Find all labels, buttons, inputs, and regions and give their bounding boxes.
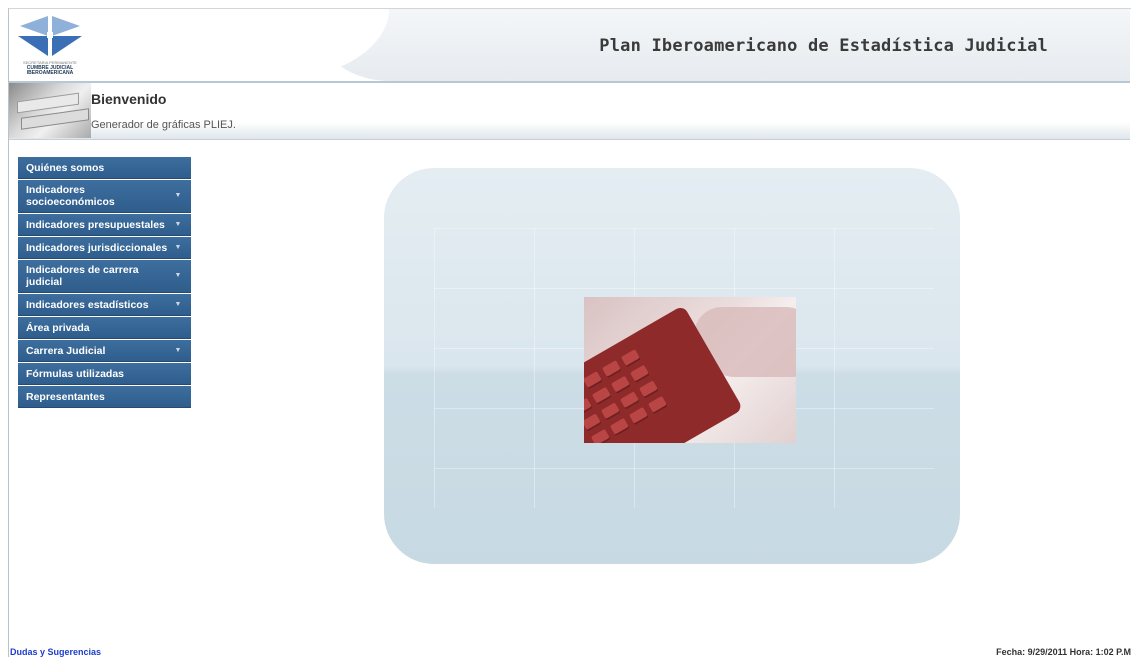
menu-item-indicadores-presupuestales[interactable]: Indicadores presupuestales ▼ <box>18 214 191 236</box>
menu-item-label: Quiénes somos <box>26 161 105 174</box>
chevron-down-icon: ▼ <box>174 221 182 228</box>
site-title: Plan Iberoamericano de Estadística Judic… <box>599 36 1048 56</box>
menu-item-label: Representantes <box>26 390 105 403</box>
menu-item-label: Indicadores presupuestales <box>26 218 165 231</box>
menu-item-label: Indicadores jurisdiccionales <box>26 241 168 254</box>
chevron-down-icon: ▼ <box>174 244 182 251</box>
site-header: SECRETARIA PERMANENTE CUMBRE JUDICIAL IB… <box>9 9 1130 83</box>
menu-item-carrera-judicial[interactable]: Carrera Judicial ▼ <box>18 340 191 362</box>
side-menu: Quiénes somos Indicadores socioeconómico… <box>18 157 191 409</box>
welcome-subtitle: Generador de gráficas PLIEJ. <box>91 119 236 131</box>
menu-item-label: Carrera Judicial <box>26 344 106 357</box>
menu-item-indicadores-socioeconomicos[interactable]: Indicadores socioeconómicos ▼ <box>18 180 191 213</box>
menu-item-label: Fórmulas utilizadas <box>26 367 125 380</box>
logo-text: SECRETARIA PERMANENTE CUMBRE JUDICIAL IB… <box>14 60 86 77</box>
welcome-band: Bienvenido Generador de gráficas PLIEJ. <box>9 83 1130 140</box>
menu-item-label: Área privada <box>26 321 90 334</box>
chevron-down-icon: ▼ <box>174 347 182 354</box>
menu-item-indicadores-carrera-judicial[interactable]: Indicadores de carrera judicial ▼ <box>18 260 191 293</box>
cumbre-judicial-logo-icon <box>18 16 82 56</box>
keyboard-hand-photo <box>584 297 796 443</box>
chevron-down-icon: ▼ <box>174 301 182 308</box>
menu-item-area-privada[interactable]: Área privada <box>18 317 191 339</box>
folders-image <box>9 83 91 138</box>
menu-item-formulas-utilizadas[interactable]: Fórmulas utilizadas <box>18 363 191 385</box>
chevron-down-icon: ▼ <box>174 192 182 199</box>
menu-item-indicadores-jurisdiccionales[interactable]: Indicadores jurisdiccionales ▼ <box>18 237 191 259</box>
logo[interactable]: SECRETARIA PERMANENTE CUMBRE JUDICIAL IB… <box>12 12 88 78</box>
menu-item-label: Indicadores socioeconómicos <box>26 184 115 208</box>
menu-item-quienes-somos[interactable]: Quiénes somos <box>18 157 191 179</box>
chevron-down-icon: ▼ <box>174 272 182 279</box>
menu-item-representantes[interactable]: Representantes <box>18 386 191 408</box>
welcome-title: Bienvenido <box>91 91 167 107</box>
feedback-link[interactable]: Dudas y Sugerencias <box>10 647 101 657</box>
logo-line-3: IBEROAMERICANA <box>26 70 74 76</box>
menu-item-label: Indicadores de carrera judicial <box>26 264 139 288</box>
menu-item-label: Indicadores estadísticos <box>26 298 149 311</box>
date-time-readout: Fecha: 9/29/2011 Hora: 1:02 P.M <box>996 647 1131 657</box>
menu-item-indicadores-estadisticos[interactable]: Indicadores estadísticos ▼ <box>18 294 191 316</box>
